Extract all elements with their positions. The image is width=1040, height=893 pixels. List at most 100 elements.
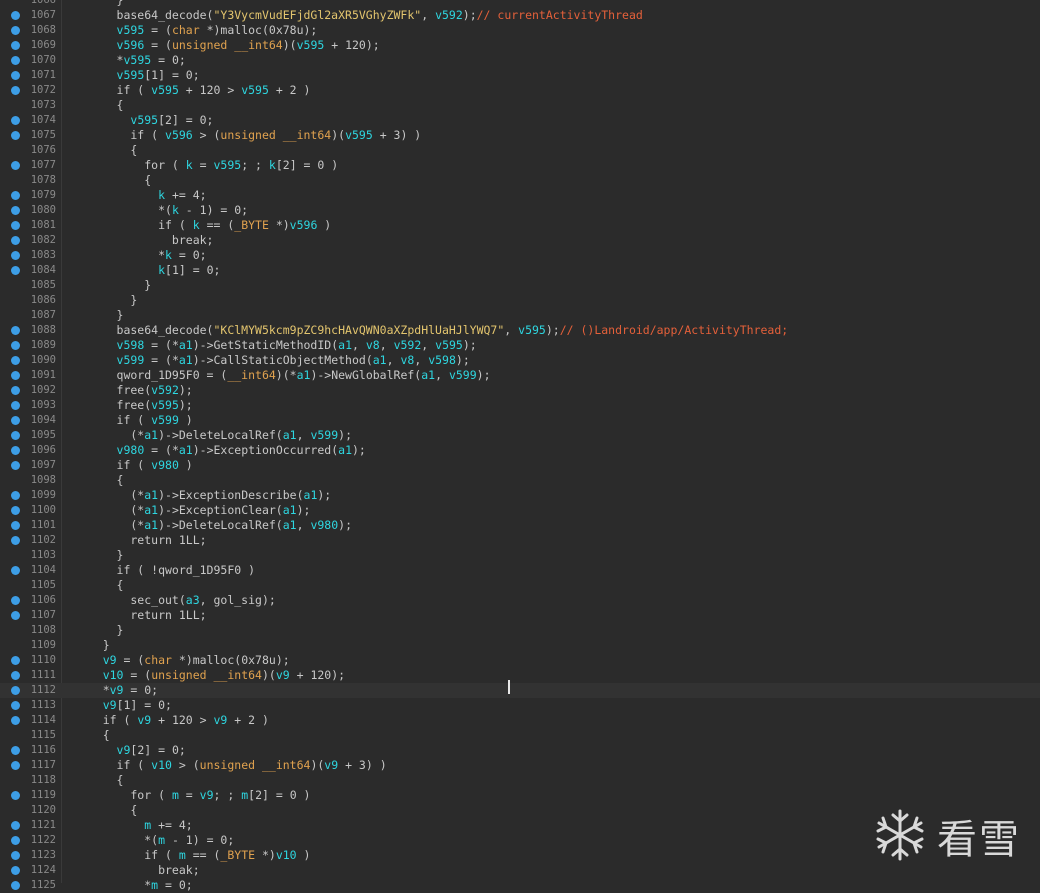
breakpoint-dot-icon[interactable] bbox=[11, 71, 20, 80]
code-line[interactable]: 1089 v598 = (*a1)->GetStaticMethodID(a1,… bbox=[0, 338, 1040, 353]
code-line[interactable]: 1075 if ( v596 > (unsigned __int64)(v595… bbox=[0, 128, 1040, 143]
breakpoint-dot-icon[interactable] bbox=[11, 791, 20, 800]
breakpoint-dot-icon[interactable] bbox=[11, 851, 20, 860]
code-line[interactable]: 1106 sec_out(a3, gol_sig); bbox=[0, 593, 1040, 608]
breakpoint-dot-icon[interactable] bbox=[11, 521, 20, 530]
breakpoint-dot-icon[interactable] bbox=[11, 206, 20, 215]
code-line[interactable]: 1087 } bbox=[0, 308, 1040, 323]
breakpoint-dot-icon[interactable] bbox=[11, 656, 20, 665]
code-line[interactable]: 1095 (*a1)->DeleteLocalRef(a1, v599); bbox=[0, 428, 1040, 443]
breakpoint-dot-icon[interactable] bbox=[11, 11, 20, 20]
breakpoint-dot-icon[interactable] bbox=[11, 596, 20, 605]
breakpoint-dot-icon[interactable] bbox=[11, 191, 20, 200]
breakpoint-dot-icon[interactable] bbox=[11, 836, 20, 845]
code-line[interactable]: 1125 *m = 0; bbox=[0, 878, 1040, 893]
breakpoint-dot-icon[interactable] bbox=[11, 701, 20, 710]
breakpoint-dot-icon[interactable] bbox=[11, 41, 20, 50]
code-line[interactable]: 1085 } bbox=[0, 278, 1040, 293]
breakpoint-dot-icon[interactable] bbox=[11, 491, 20, 500]
code-line[interactable]: 1066 } bbox=[0, 0, 1040, 8]
code-line[interactable]: 1098 { bbox=[0, 473, 1040, 488]
breakpoint-dot-icon[interactable] bbox=[11, 131, 20, 140]
breakpoint-dot-icon[interactable] bbox=[11, 416, 20, 425]
breakpoint-dot-icon[interactable] bbox=[11, 116, 20, 125]
breakpoint-dot-icon[interactable] bbox=[11, 251, 20, 260]
breakpoint-dot-icon[interactable] bbox=[11, 461, 20, 470]
breakpoint-dot-icon[interactable] bbox=[11, 221, 20, 230]
code-line[interactable]: 1080 *(k - 1) = 0; bbox=[0, 203, 1040, 218]
code-line[interactable]: 1105 { bbox=[0, 578, 1040, 593]
breakpoint-dot-icon[interactable] bbox=[11, 356, 20, 365]
breakpoint-dot-icon[interactable] bbox=[11, 401, 20, 410]
code-line[interactable]: 1067 base64_decode("Y3VycmVudEFjdGl2aXR5… bbox=[0, 8, 1040, 23]
code-line[interactable]: 1115 { bbox=[0, 728, 1040, 743]
code-line[interactable]: 1108 } bbox=[0, 623, 1040, 638]
code-line[interactable]: 1111 v10 = (unsigned __int64)(v9 + 120); bbox=[0, 668, 1040, 683]
code-line[interactable]: 1092 free(v592); bbox=[0, 383, 1040, 398]
breakpoint-dot-icon[interactable] bbox=[11, 446, 20, 455]
code-line[interactable]: 1068 v595 = (char *)malloc(0x78u); bbox=[0, 23, 1040, 38]
code-line[interactable]: 1069 v596 = (unsigned __int64)(v595 + 12… bbox=[0, 38, 1040, 53]
breakpoint-dot-icon[interactable] bbox=[11, 866, 20, 875]
code-line[interactable]: 1109 } bbox=[0, 638, 1040, 653]
code-line[interactable]: 1070 *v595 = 0; bbox=[0, 53, 1040, 68]
breakpoint-dot-icon[interactable] bbox=[11, 236, 20, 245]
code-line[interactable]: 1097 if ( v980 ) bbox=[0, 458, 1040, 473]
breakpoint-dot-icon[interactable] bbox=[11, 881, 20, 890]
code-line[interactable]: 1113 v9[1] = 0; bbox=[0, 698, 1040, 713]
breakpoint-dot-icon[interactable] bbox=[11, 161, 20, 170]
code-line[interactable]: 1107 return 1LL; bbox=[0, 608, 1040, 623]
breakpoint-dot-icon[interactable] bbox=[11, 716, 20, 725]
code-line[interactable]: 1099 (*a1)->ExceptionDescribe(a1); bbox=[0, 488, 1040, 503]
code-line[interactable]: 1077 for ( k = v595; ; k[2] = 0 ) bbox=[0, 158, 1040, 173]
code-line[interactable]: 1110 v9 = (char *)malloc(0x78u); bbox=[0, 653, 1040, 668]
code-line[interactable]: 1101 (*a1)->DeleteLocalRef(a1, v980); bbox=[0, 518, 1040, 533]
code-line[interactable]: 1116 v9[2] = 0; bbox=[0, 743, 1040, 758]
code-line[interactable]: 1114 if ( v9 + 120 > v9 + 2 ) bbox=[0, 713, 1040, 728]
code-line[interactable]: 1093 free(v595); bbox=[0, 398, 1040, 413]
code-line[interactable]: 1096 v980 = (*a1)->ExceptionOccurred(a1)… bbox=[0, 443, 1040, 458]
breakpoint-dot-icon[interactable] bbox=[11, 671, 20, 680]
code-line[interactable]: 1079 k += 4; bbox=[0, 188, 1040, 203]
breakpoint-dot-icon[interactable] bbox=[11, 86, 20, 95]
code-line[interactable]: 1082 break; bbox=[0, 233, 1040, 248]
code-line[interactable]: 1118 { bbox=[0, 773, 1040, 788]
breakpoint-dot-icon[interactable] bbox=[11, 536, 20, 545]
code-line[interactable]: 1076 { bbox=[0, 143, 1040, 158]
breakpoint-dot-icon[interactable] bbox=[11, 566, 20, 575]
code-line[interactable]: 1104 if ( !qword_1D95F0 ) bbox=[0, 563, 1040, 578]
code-line[interactable]: 1119 for ( m = v9; ; m[2] = 0 ) bbox=[0, 788, 1040, 803]
code-line[interactable]: 1086 } bbox=[0, 293, 1040, 308]
code-line[interactable]: 1091 qword_1D95F0 = (__int64)(*a1)->NewG… bbox=[0, 368, 1040, 383]
code-line[interactable]: 1072 if ( v595 + 120 > v595 + 2 ) bbox=[0, 83, 1040, 98]
code-line[interactable]: 1073 { bbox=[0, 98, 1040, 113]
code-line[interactable]: 1112 *v9 = 0; bbox=[0, 683, 1040, 698]
code-line[interactable]: 1084 k[1] = 0; bbox=[0, 263, 1040, 278]
code-line[interactable]: 1083 *k = 0; bbox=[0, 248, 1040, 263]
code-line[interactable]: 1094 if ( v599 ) bbox=[0, 413, 1040, 428]
breakpoint-dot-icon[interactable] bbox=[11, 266, 20, 275]
code-editor[interactable]: 1066 } 1067 base64_decode("Y3VycmVudEFjdG… bbox=[0, 0, 1040, 892]
breakpoint-dot-icon[interactable] bbox=[11, 686, 20, 695]
breakpoint-dot-icon[interactable] bbox=[11, 821, 20, 830]
code-line[interactable]: 1078 { bbox=[0, 173, 1040, 188]
breakpoint-dot-icon[interactable] bbox=[11, 506, 20, 515]
code-line[interactable]: 1074 v595[2] = 0; bbox=[0, 113, 1040, 128]
code-line[interactable]: 1103 } bbox=[0, 548, 1040, 563]
breakpoint-dot-icon[interactable] bbox=[11, 56, 20, 65]
breakpoint-dot-icon[interactable] bbox=[11, 26, 20, 35]
breakpoint-dot-icon[interactable] bbox=[11, 386, 20, 395]
breakpoint-dot-icon[interactable] bbox=[11, 746, 20, 755]
code-line[interactable]: 1117 if ( v10 > (unsigned __int64)(v9 + … bbox=[0, 758, 1040, 773]
breakpoint-dot-icon[interactable] bbox=[11, 431, 20, 440]
code-line[interactable]: 1071 v595[1] = 0; bbox=[0, 68, 1040, 83]
code-line[interactable]: 1100 (*a1)->ExceptionClear(a1); bbox=[0, 503, 1040, 518]
breakpoint-dot-icon[interactable] bbox=[11, 761, 20, 770]
breakpoint-dot-icon[interactable] bbox=[11, 371, 20, 380]
breakpoint-dot-icon[interactable] bbox=[11, 326, 20, 335]
code-line[interactable]: 1088 base64_decode("KClMYW5kcm9pZC9hcHAv… bbox=[0, 323, 1040, 338]
code-line[interactable]: 1102 return 1LL; bbox=[0, 533, 1040, 548]
code-line[interactable]: 1090 v599 = (*a1)->CallStaticObjectMetho… bbox=[0, 353, 1040, 368]
breakpoint-dot-icon[interactable] bbox=[11, 611, 20, 620]
code-line[interactable]: 1081 if ( k == (_BYTE *)v596 ) bbox=[0, 218, 1040, 233]
